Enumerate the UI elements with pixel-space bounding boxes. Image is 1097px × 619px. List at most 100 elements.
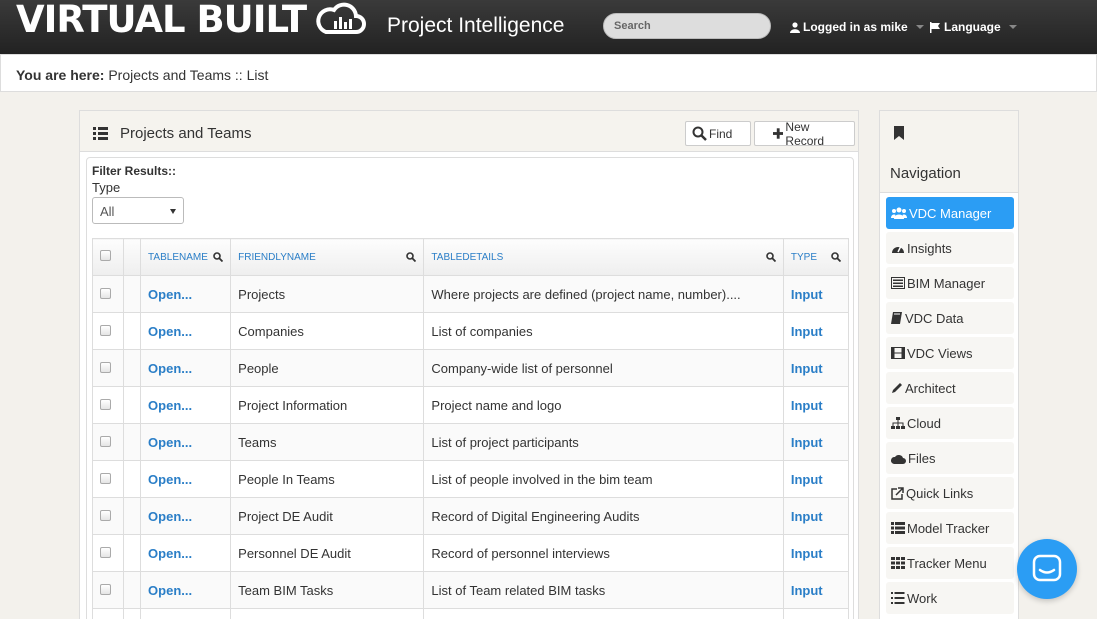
row-select-cell <box>91 608 125 619</box>
type-filter-value: All <box>100 204 115 219</box>
nav-item-label: Files <box>908 450 936 466</box>
select-all-checkbox[interactable] <box>100 250 111 261</box>
search-icon[interactable] <box>766 252 776 262</box>
type-cell[interactable]: Input <box>782 423 850 461</box>
details-cell: List of companies <box>423 312 784 350</box>
flag-icon <box>930 21 940 33</box>
open-link[interactable]: Open... <box>140 460 232 498</box>
row-checkbox[interactable] <box>100 472 111 484</box>
column-header-type[interactable]: TYPE <box>782 238 850 276</box>
column-header-tabledetails[interactable]: TABLEDETAILS <box>423 238 784 276</box>
open-link[interactable]: Open... <box>140 571 232 609</box>
panel-title-text: Projects and Teams <box>120 125 252 142</box>
type-cell[interactable]: Input <box>782 460 850 498</box>
nav-item-architect[interactable]: Architect <box>886 372 1014 404</box>
details-cell: Record of personnel interviews <box>423 534 784 572</box>
find-button[interactable]: Find <box>685 121 751 146</box>
spacer-cell <box>123 349 142 387</box>
breadcrumb-path[interactable]: Projects and Teams :: List <box>108 67 268 83</box>
open-link[interactable]: Open... <box>140 423 232 461</box>
th-icon <box>891 557 905 569</box>
row-select-cell <box>91 497 125 535</box>
logo[interactable]: VIRTUAL BUILT <box>16 0 367 40</box>
details-cell: Project name and logo <box>423 386 784 424</box>
column-header-tablename[interactable]: TABLENAME <box>140 238 232 276</box>
nav-item-label: Work <box>907 590 938 606</box>
user-icon <box>790 21 800 33</box>
book-icon <box>891 312 902 324</box>
nav-item-vdc-views[interactable]: VDC Views <box>886 337 1014 369</box>
th-list-icon <box>891 522 905 534</box>
search-icon[interactable] <box>406 252 417 262</box>
type-filter-select[interactable]: All <box>92 197 184 224</box>
row-checkbox[interactable] <box>100 398 111 410</box>
sitemap-icon <box>891 417 905 429</box>
row-checkbox[interactable] <box>100 324 111 336</box>
nav-item-label: BIM Manager <box>907 275 986 291</box>
nav-item-label: Architect <box>905 380 956 396</box>
nav-item-cloud[interactable]: Cloud <box>886 407 1014 439</box>
new-record-button[interactable]: New Record <box>754 120 855 148</box>
search-input[interactable] <box>603 13 771 39</box>
table-row[interactable]: Open... Project Information Project name… <box>91 386 850 424</box>
spacer-cell <box>123 312 142 350</box>
open-link[interactable]: Open... <box>140 534 232 572</box>
language-menu-label: Language <box>944 20 1001 34</box>
nav-item-vdc-data[interactable]: VDC Data <box>886 302 1014 334</box>
friendly-name-cell: People In Teams <box>230 460 425 498</box>
friendly-name-cell: Personnel DE Audit <box>230 534 425 572</box>
row-checkbox[interactable] <box>100 583 111 595</box>
type-cell[interactable]: Input <box>782 312 850 350</box>
nav-item-bim-manager[interactable]: BIM Manager <box>886 267 1014 299</box>
table-row[interactable]: Open... People Company-wide list of pers… <box>91 349 850 387</box>
nav-item-label: Quick Links <box>906 485 974 501</box>
table-row[interactable]: Open... Project DE Audit Record of Digit… <box>91 497 850 535</box>
spacer-cell <box>123 534 142 572</box>
details-cell: Where projects are defined (project name… <box>423 275 784 313</box>
friendly-name-cell: Project Information <box>230 386 425 424</box>
type-cell[interactable]: Input <box>782 497 850 535</box>
nav-item-quick-links[interactable]: Quick Links <box>886 477 1014 509</box>
list-icon <box>93 127 108 140</box>
nav-item-work[interactable]: Work <box>886 582 1014 614</box>
type-cell[interactable]: Input <box>782 386 850 424</box>
nav-item-files[interactable]: Files <box>886 442 1014 474</box>
open-link[interactable]: Open... <box>140 275 232 313</box>
friendly-name-cell: Teams <box>230 423 425 461</box>
row-checkbox[interactable] <box>100 361 111 373</box>
table-row[interactable]: Open... Personnel DE Audit Record of per… <box>91 534 850 572</box>
row-select-cell <box>91 534 125 572</box>
nav-item-insights[interactable]: Insights <box>886 232 1014 264</box>
nav-item-model-tracker[interactable]: Model Tracker <box>886 512 1014 544</box>
language-menu[interactable]: Language <box>930 20 1017 34</box>
open-link[interactable]: Open... <box>140 349 232 387</box>
nav-item-label: VDC Data <box>905 310 964 326</box>
row-select-cell <box>91 423 125 461</box>
table-row[interactable]: Open... Companies List of companies Inpu… <box>91 312 850 350</box>
row-checkbox[interactable] <box>100 287 111 299</box>
type-cell[interactable]: Input <box>782 571 850 609</box>
type-cell[interactable]: Input <box>782 349 850 387</box>
search-icon[interactable] <box>213 252 224 262</box>
nav-item-tracker-menu[interactable]: Tracker Menu <box>886 547 1014 579</box>
nav-item-vdc-manager[interactable]: VDC Manager <box>886 197 1014 229</box>
table-row[interactable]: Open... Team BIM Tasks List of Team rela… <box>91 571 850 609</box>
search-icon[interactable] <box>831 252 841 262</box>
open-link[interactable]: Open... <box>140 312 232 350</box>
table-row[interactable]: Open... Teams List of project participan… <box>91 423 850 461</box>
column-header-friendlyname[interactable]: FRIENDLYNAME <box>230 238 425 276</box>
type-cell[interactable]: Input <box>782 534 850 572</box>
open-link[interactable]: Open... <box>140 497 232 535</box>
open-link[interactable]: Open... <box>140 386 232 424</box>
app-title: Project Intelligence <box>387 14 565 37</box>
user-menu[interactable]: Logged in as mike <box>790 20 924 34</box>
filter-box: Filter Results:: Type All TABLENAME FRIE… <box>86 157 854 619</box>
chat-widget-button[interactable] <box>1017 539 1077 599</box>
row-checkbox[interactable] <box>100 435 111 447</box>
type-cell[interactable]: Input <box>782 275 850 313</box>
row-checkbox[interactable] <box>100 546 111 558</box>
table-row[interactable] <box>91 608 850 619</box>
row-checkbox[interactable] <box>100 509 111 521</box>
table-row[interactable]: Open... Projects Where projects are defi… <box>91 275 850 313</box>
table-row[interactable]: Open... People In Teams List of people i… <box>91 460 850 498</box>
